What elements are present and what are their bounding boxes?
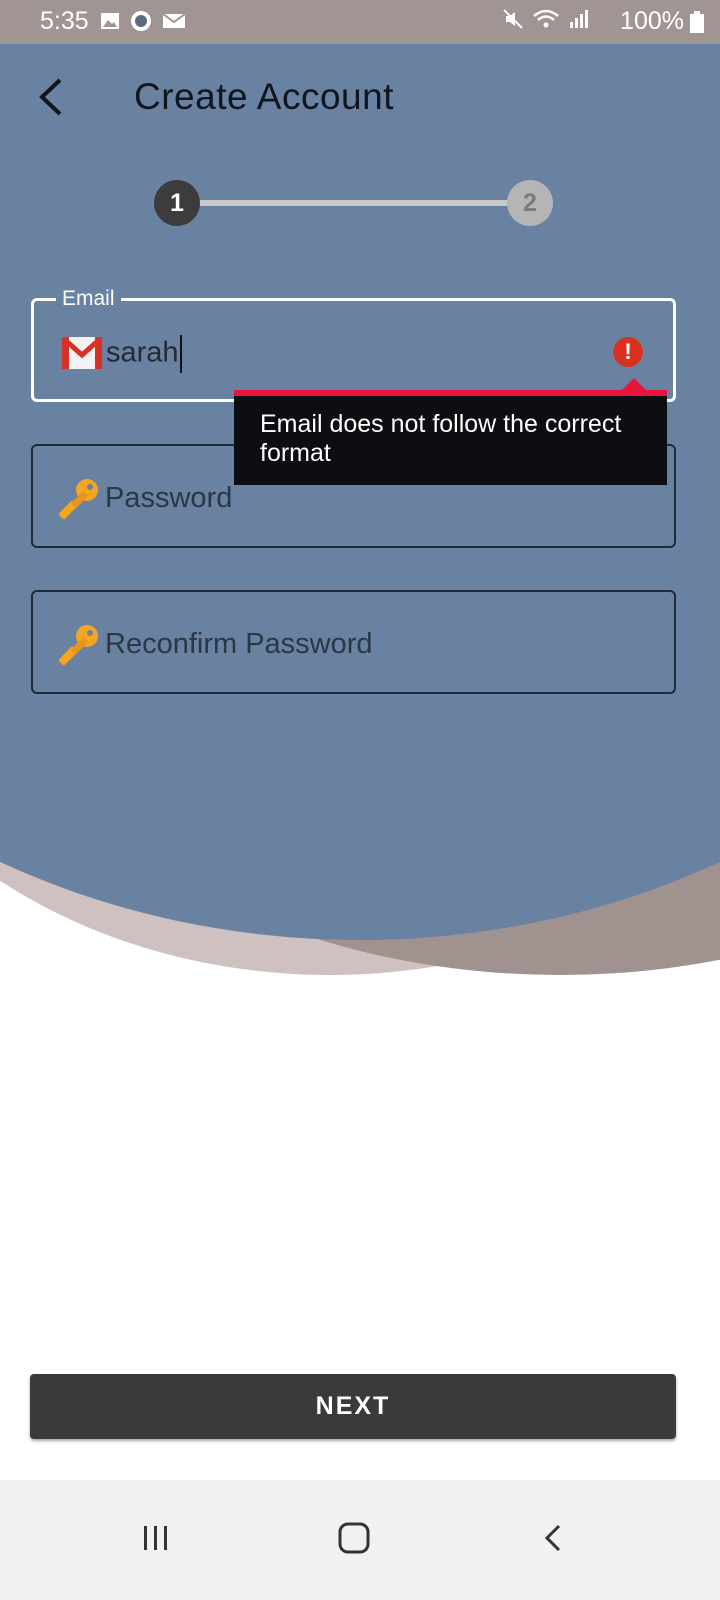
error-message: Email does not follow the correct format [260, 410, 622, 467]
gallery-icon [101, 13, 119, 29]
home-button[interactable] [324, 1508, 384, 1568]
battery-icon [690, 11, 704, 33]
home-icon [338, 1522, 370, 1554]
email-field[interactable]: Email sarah ! [31, 287, 676, 402]
password-input[interactable]: Password [105, 482, 232, 515]
recents-icon [144, 1526, 167, 1550]
key-icon [59, 625, 98, 666]
key-icon [59, 479, 98, 520]
error-tooltip: Email does not follow the correct format [234, 378, 667, 485]
step-2-indicator: 2 [507, 180, 553, 226]
signal-icon [570, 10, 588, 28]
back-button[interactable] [28, 72, 78, 122]
battery-percentage: 100% [620, 7, 684, 35]
back-arrow-icon [39, 78, 62, 116]
system-nav-bar [0, 1480, 720, 1600]
status-bar: 5:35 100% [0, 0, 720, 44]
tooltip-error-bar [234, 390, 667, 396]
error-icon[interactable]: ! [613, 337, 643, 367]
nav-back-icon [544, 1524, 561, 1552]
nav-back-button[interactable] [524, 1508, 584, 1568]
system-icons [502, 8, 590, 30]
mute-icon [503, 9, 523, 29]
recents-button[interactable] [126, 1508, 186, 1568]
mail-notification-icon [162, 13, 186, 28]
stepper-progress-line [176, 200, 530, 206]
background-shapes [0, 0, 720, 1600]
gmail-icon [62, 337, 102, 369]
app-notification-icon [131, 11, 151, 31]
tooltip-arrow [622, 378, 646, 390]
email-label: Email [56, 287, 121, 311]
reconfirm-password-input[interactable]: Reconfirm Password [105, 628, 373, 661]
notification-icons [100, 10, 186, 32]
email-value: sarah [106, 336, 179, 369]
status-time: 5:35 [40, 7, 89, 35]
reconfirm-password-field[interactable]: Reconfirm Password [31, 590, 676, 694]
page-title: Create Account [134, 76, 394, 117]
wifi-icon [533, 9, 559, 28]
text-caret [179, 335, 182, 373]
email-input[interactable]: sarah [106, 335, 182, 373]
step-1-indicator: 1 [154, 180, 200, 226]
next-button[interactable]: NEXT [30, 1374, 676, 1439]
